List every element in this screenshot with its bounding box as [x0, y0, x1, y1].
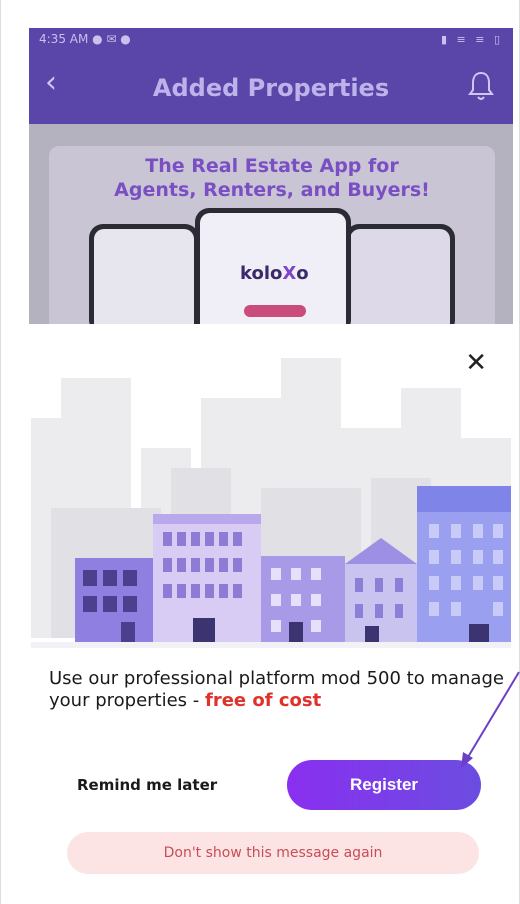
page-title: Added Properties — [152, 74, 390, 102]
brand-logo: koloXo — [240, 263, 309, 284]
promo-text: Use our professional platform mod 500 to… — [49, 668, 509, 712]
register-modal: ✕ Use our professional platform mod 500 … — [15, 324, 513, 904]
remind-later-button[interactable]: Remind me later — [77, 776, 217, 794]
phone-mockup-center: koloXo — [195, 208, 351, 324]
status-time: 4:35 AM ● ✉ ● — [39, 32, 131, 46]
bell-icon[interactable] — [467, 70, 495, 102]
status-bar: 4:35 AM ● ✉ ● ▮ ≡ ≡ ▯ — [29, 28, 513, 50]
dont-show-again-button[interactable]: Don't show this message again — [67, 832, 479, 874]
city-illustration — [31, 358, 511, 648]
status-icons: ▮ ≡ ≡ ▯ — [440, 32, 503, 46]
banner-headline-line1: The Real Estate App for — [145, 155, 399, 177]
app-cta-pill — [244, 305, 306, 317]
annotation-arrow-icon — [461, 671, 520, 768]
phone-mockup-right — [345, 224, 455, 324]
app-header: ‹ Added Properties — [29, 50, 513, 124]
phone-mockup-left — [89, 224, 199, 324]
app-screen: 4:35 AM ● ✉ ● ▮ ≡ ≡ ▯ ‹ Added Properties… — [0, 0, 520, 904]
banner-headline-line2: Agents, Renters, and Buyers! — [114, 179, 430, 201]
banner-headline: The Real Estate App for Agents, Renters,… — [49, 154, 495, 202]
promo-banner: The Real Estate App for Agents, Renters,… — [49, 146, 495, 324]
promo-highlight: free of cost — [205, 690, 322, 711]
